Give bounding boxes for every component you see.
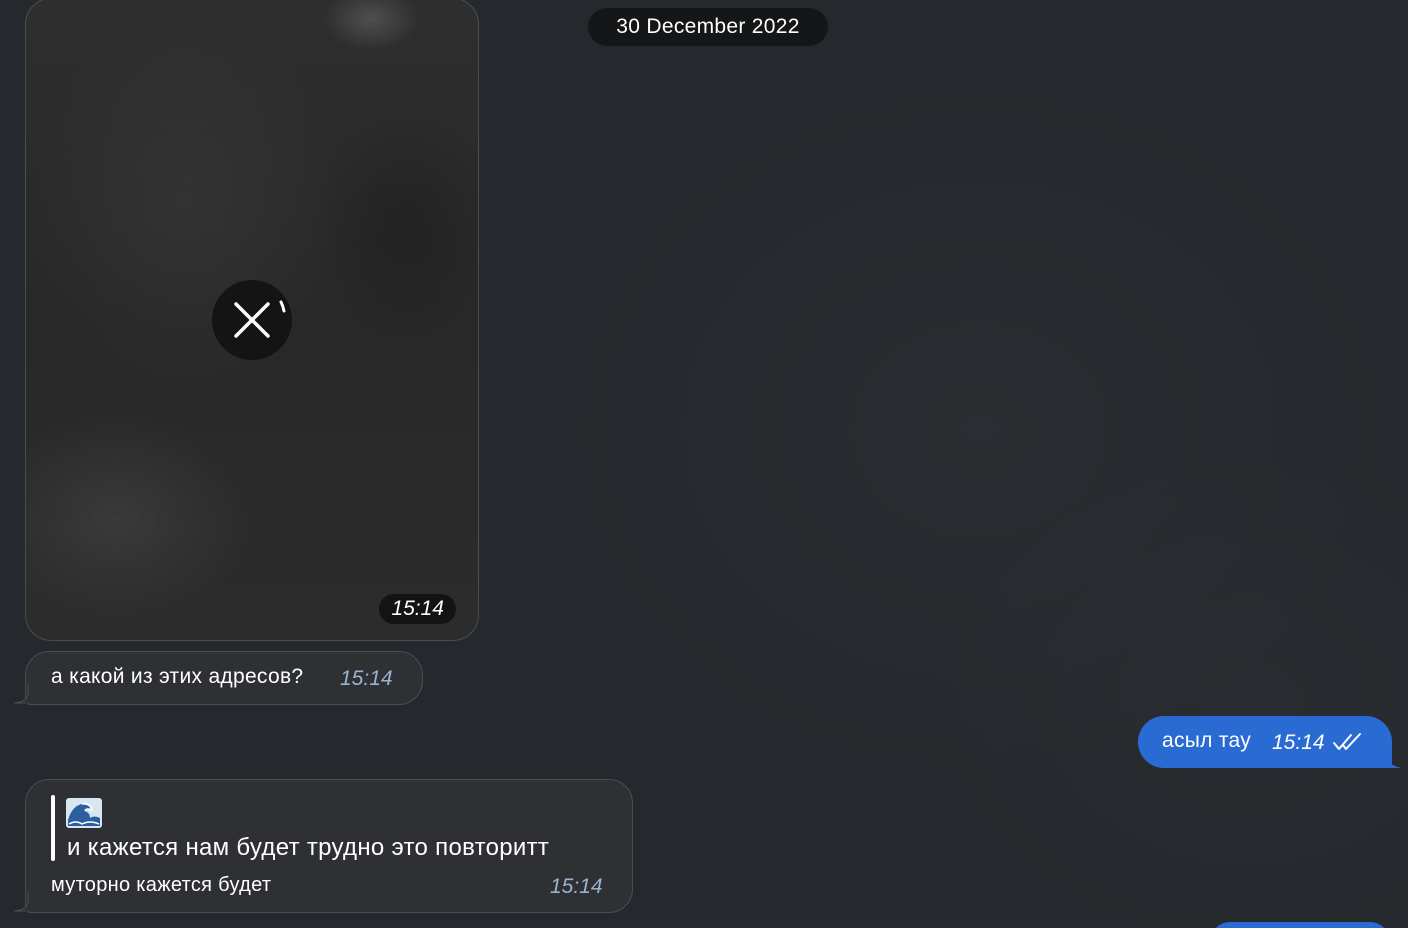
cancel-download-icon xyxy=(234,300,286,338)
incoming-message[interactable]: и кажется нам будет трудно это повторитт… xyxy=(25,779,633,913)
message-time: 15:14 xyxy=(1272,731,1325,754)
message-time: 15:14 xyxy=(340,667,393,690)
cancel-download-button[interactable] xyxy=(212,280,292,360)
bubble-tail xyxy=(13,891,38,912)
message-text: а какой из этих адресов? xyxy=(51,665,304,688)
outgoing-message[interactable]: асыл тау 15:14 xyxy=(1138,716,1392,768)
bubble-tail xyxy=(1378,747,1402,768)
date-separator-label: 30 December 2022 xyxy=(616,15,800,38)
outgoing-message-partial[interactable] xyxy=(1210,922,1390,928)
message-time: 15:14 xyxy=(550,875,603,898)
bubble-tail xyxy=(13,683,38,704)
message-text: асыл тау xyxy=(1162,729,1252,752)
chat-area: 30 December 2022 15:14 а какой из этих а… xyxy=(0,0,1408,928)
media-time-label: 15:14 xyxy=(391,597,444,620)
date-separator: 30 December 2022 xyxy=(588,8,828,46)
quote-text: и кажется нам будет трудно это повторитт xyxy=(67,834,550,861)
double-check-icon xyxy=(1333,733,1361,750)
incoming-message[interactable]: а какой из этих адресов? 15:14 xyxy=(25,651,423,705)
water-wave-icon xyxy=(66,798,102,828)
media-message[interactable]: 15:14 xyxy=(25,0,479,641)
quote-bar xyxy=(51,795,55,861)
message-text: муторно кажется будет xyxy=(51,874,272,896)
media-timestamp: 15:14 xyxy=(379,594,456,624)
